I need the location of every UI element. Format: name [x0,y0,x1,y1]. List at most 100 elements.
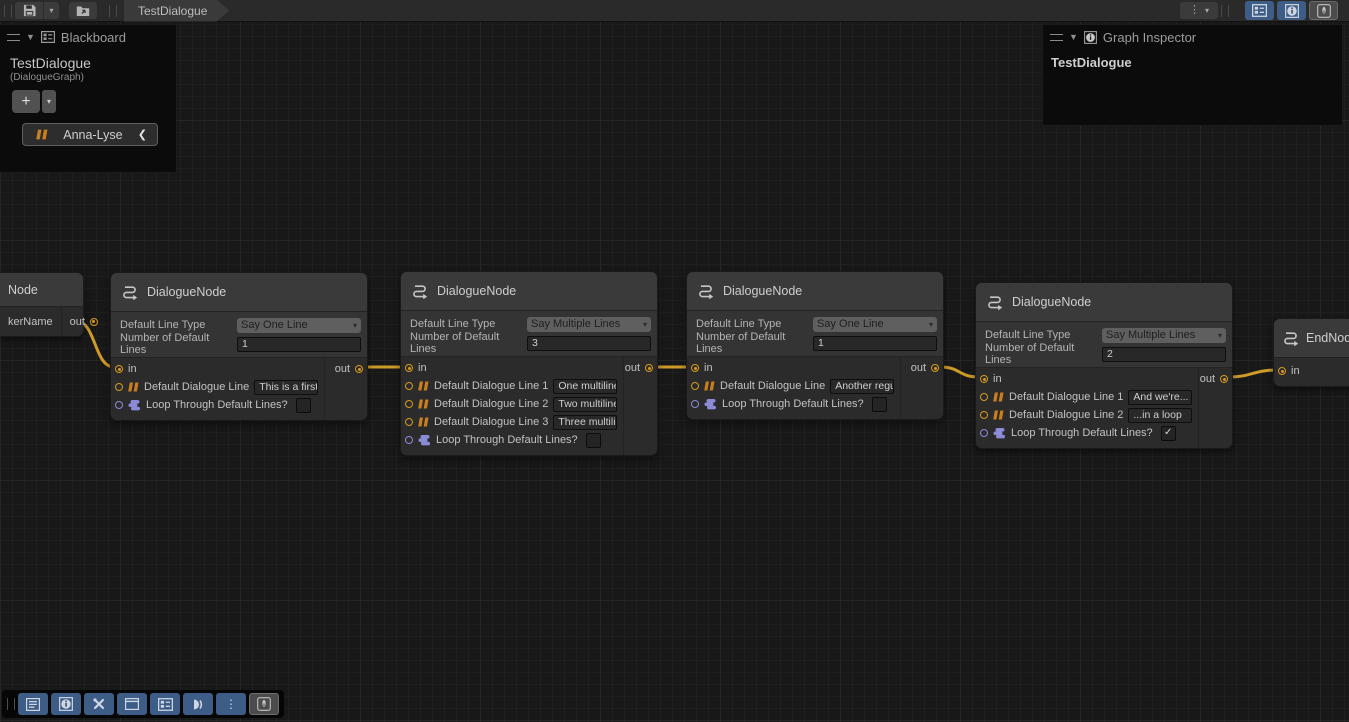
in-port[interactable] [691,364,699,372]
out-port[interactable] [931,364,939,372]
dialogue-line-port[interactable] [405,400,413,408]
dialogue-line-label: Default Dialogue Line 1 [1009,391,1123,403]
out-port[interactable] [1220,375,1228,383]
line-type-dropdown[interactable]: Say One Line ▾ [813,317,937,332]
dialogue-node-icon [697,283,715,299]
tab-testdialogue[interactable]: TestDialogue [124,0,229,22]
blackboard-icon [41,31,55,43]
line-type-value: Say Multiple Lines [1106,329,1218,341]
dialogue-line-port[interactable] [980,393,988,401]
blackboard-icon [1252,4,1267,17]
dialogue-line-port[interactable] [405,382,413,390]
dialogue-line-input[interactable]: And we're... [1128,390,1192,405]
in-port[interactable] [115,365,123,373]
loop-port[interactable] [691,400,699,408]
in-port[interactable] [1278,367,1286,375]
add-property-button[interactable]: + [12,90,40,113]
node-title: DialogueNode [437,284,516,298]
out-port[interactable] [355,365,363,373]
drag-handle-icon[interactable] [1050,34,1063,41]
open-graph-button[interactable] [69,2,97,19]
node-title-bar[interactable]: DialogueNode [401,272,657,311]
line-type-dropdown[interactable]: Say Multiple Lines ▾ [527,317,651,332]
blackboard-header[interactable]: ▼ Blackboard [0,25,176,49]
overflow-menu-button[interactable]: ⋮ ▾ [1180,2,1218,19]
inspector-toggle-button[interactable] [1277,1,1306,20]
inspector-toggle-button[interactable] [51,693,81,715]
out-port[interactable] [90,318,98,326]
in-port-label: in [128,363,137,375]
foldout-icon[interactable]: ▼ [1069,33,1078,42]
console-toggle-button[interactable] [18,693,48,715]
toolbar-drag-handle[interactable] [1221,5,1229,17]
dialogue-line-input[interactable]: Two multiline [553,397,617,412]
chevron-left-icon[interactable]: ❮ [138,128,147,141]
loop-checkbox[interactable] [872,397,887,412]
toolbar: ▾ TestDialogue ⋮ ▾ [0,0,1349,22]
dialogue-line-port[interactable] [115,383,123,391]
blackboard-title: Blackboard [61,30,126,45]
inspector-header[interactable]: ▼ Graph Inspector [1043,25,1342,49]
out-port[interactable] [645,364,653,372]
save-dropdown-button[interactable]: ▾ [44,2,59,19]
line-type-label: Default Line Type [693,318,813,330]
loop-checkbox[interactable]: ✓ [1161,426,1176,441]
dialogue-line-input[interactable]: Three multili [553,415,617,430]
dialogue-node-4[interactable]: DialogueNode Default Line Type Say Multi… [975,282,1233,449]
kebab-icon: ⋮ [225,698,237,710]
blackboard-toggle-button[interactable] [1245,1,1274,20]
dialogue-line-input[interactable]: This is a first [254,380,318,395]
dialogue-line-port[interactable] [980,411,988,419]
transition-toggle-button[interactable] [183,693,213,715]
foldout-icon[interactable]: ▼ [26,33,35,42]
num-lines-input[interactable]: 2 [1102,347,1226,362]
num-lines-input[interactable]: 1 [237,337,361,352]
num-lines-input[interactable]: 3 [527,336,651,351]
end-node[interactable]: EndNode in [1273,318,1349,387]
node-title-bar[interactable]: EndNode [1274,319,1349,358]
blackboard-toggle-button[interactable] [150,693,180,715]
line-type-dropdown[interactable]: Say Multiple Lines ▾ [1102,328,1226,343]
dialogue-node-2[interactable]: DialogueNode Default Line Type Say Multi… [400,271,658,456]
start-node-partial[interactable]: Node kerName out [0,272,84,337]
node-title-bar[interactable]: DialogueNode [111,273,367,312]
edge-connection[interactable] [1229,370,1277,377]
loop-port[interactable] [980,429,988,437]
overflow-menu-button[interactable]: ⋮ [216,693,246,715]
in-port[interactable] [980,375,988,383]
loop-checkbox[interactable] [586,433,601,448]
preview-toggle-button[interactable] [1309,1,1338,20]
drag-handle-icon[interactable] [7,34,20,41]
save-button[interactable] [15,2,43,19]
loop-port[interactable] [405,436,413,444]
toolbar-drag-handle[interactable] [4,5,12,17]
node-title-bar[interactable]: DialogueNode [976,283,1232,322]
dialogue-line-input[interactable]: Another regu [830,379,894,394]
dialogue-line-port[interactable] [691,382,699,390]
window-toggle-button[interactable] [117,693,147,715]
dialogue-line-input[interactable]: One multiline [553,379,617,394]
dialogue-node-1[interactable]: DialogueNode Default Line Type Say One L… [110,272,368,421]
add-property-dropdown[interactable]: ▾ [42,90,56,113]
num-lines-input[interactable]: 1 [813,336,937,351]
toolbar-drag-handle[interactable] [109,5,117,17]
line-type-dropdown[interactable]: Say One Line ▾ [237,318,361,333]
blackboard-field[interactable]: Anna-Lyse ❮ [22,123,158,146]
toolbar-drag-handle[interactable] [7,698,15,710]
node-title-bar[interactable]: DialogueNode [687,272,943,311]
tools-toggle-button[interactable] [84,693,114,715]
preview-toggle-button[interactable] [249,693,279,715]
dialogue-node-3[interactable]: DialogueNode Default Line Type Say One L… [686,271,944,420]
node-title-bar[interactable]: Node [0,273,83,307]
blackboard-graph-name: TestDialogue [0,49,176,71]
in-port[interactable] [405,364,413,372]
chevron-down-icon: ▾ [929,320,933,329]
info-icon [59,697,73,711]
edge-connection[interactable] [940,367,979,377]
dialogue-line-input[interactable]: ...in a loop [1128,408,1192,423]
loop-port[interactable] [115,401,123,409]
node-title: DialogueNode [723,284,802,298]
num-lines-label: Number of Default Lines [117,332,237,356]
loop-checkbox[interactable] [296,398,311,413]
dialogue-line-port[interactable] [405,418,413,426]
